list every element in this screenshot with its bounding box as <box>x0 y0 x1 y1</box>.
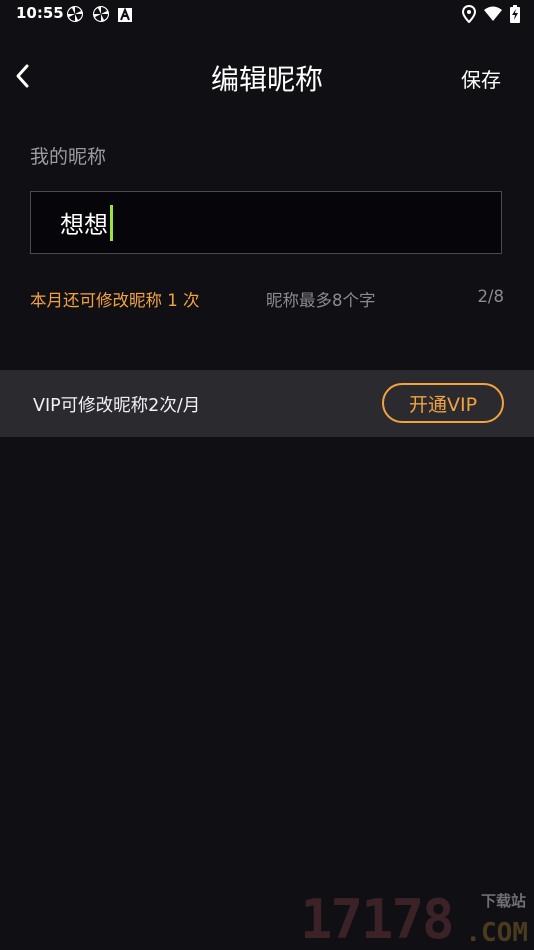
watermark-download-label: 下载站 <box>480 892 526 910</box>
site-watermark: 17178 下载站 .COM <box>300 890 530 950</box>
page-title: 编辑昵称 <box>210 63 323 96</box>
a-app-icon <box>118 6 132 26</box>
length-limit-hint: 昵称最多8个字 <box>266 291 376 310</box>
watermark-domain: .COM <box>465 918 528 948</box>
location-icon <box>461 4 477 27</box>
watermark-number: 17178 <box>300 888 455 950</box>
wifi-icon <box>484 6 502 26</box>
battery-charging-icon <box>510 5 520 27</box>
notification-icons <box>66 5 132 27</box>
status-time: 10:55 <box>16 4 64 22</box>
status-bar: 10:55 <box>0 0 534 28</box>
text-caret <box>110 204 113 241</box>
vip-banner-text: VIP可修改昵称2次/月 <box>33 396 201 416</box>
pinwheel-icon <box>92 5 110 27</box>
open-vip-button[interactable]: 开通VIP <box>382 383 504 423</box>
nickname-section-label: 我的昵称 <box>30 146 107 168</box>
pinwheel-icon <box>66 5 84 27</box>
save-button[interactable]: 保存 <box>461 64 501 93</box>
vip-banner: VIP可修改昵称2次/月 开通VIP <box>0 370 534 437</box>
top-app-bar: 编辑昵称 保存 <box>0 48 534 104</box>
remaining-changes-text: 本月还可修改昵称 1 次 <box>30 291 200 310</box>
system-icons <box>461 4 520 27</box>
nickname-hint-row: 本月还可修改昵称 1 次 昵称最多8个字 2/8 <box>30 287 504 311</box>
nickname-input-value: 想想 <box>60 211 108 239</box>
char-counter: 2/8 <box>477 287 504 306</box>
nickname-input[interactable]: 想想 <box>30 191 502 254</box>
edit-nickname-screen: 10:55 编辑昵称 保存 我的昵称 想想 本月还可修改昵称 1 次 昵称最多8… <box>0 0 534 950</box>
